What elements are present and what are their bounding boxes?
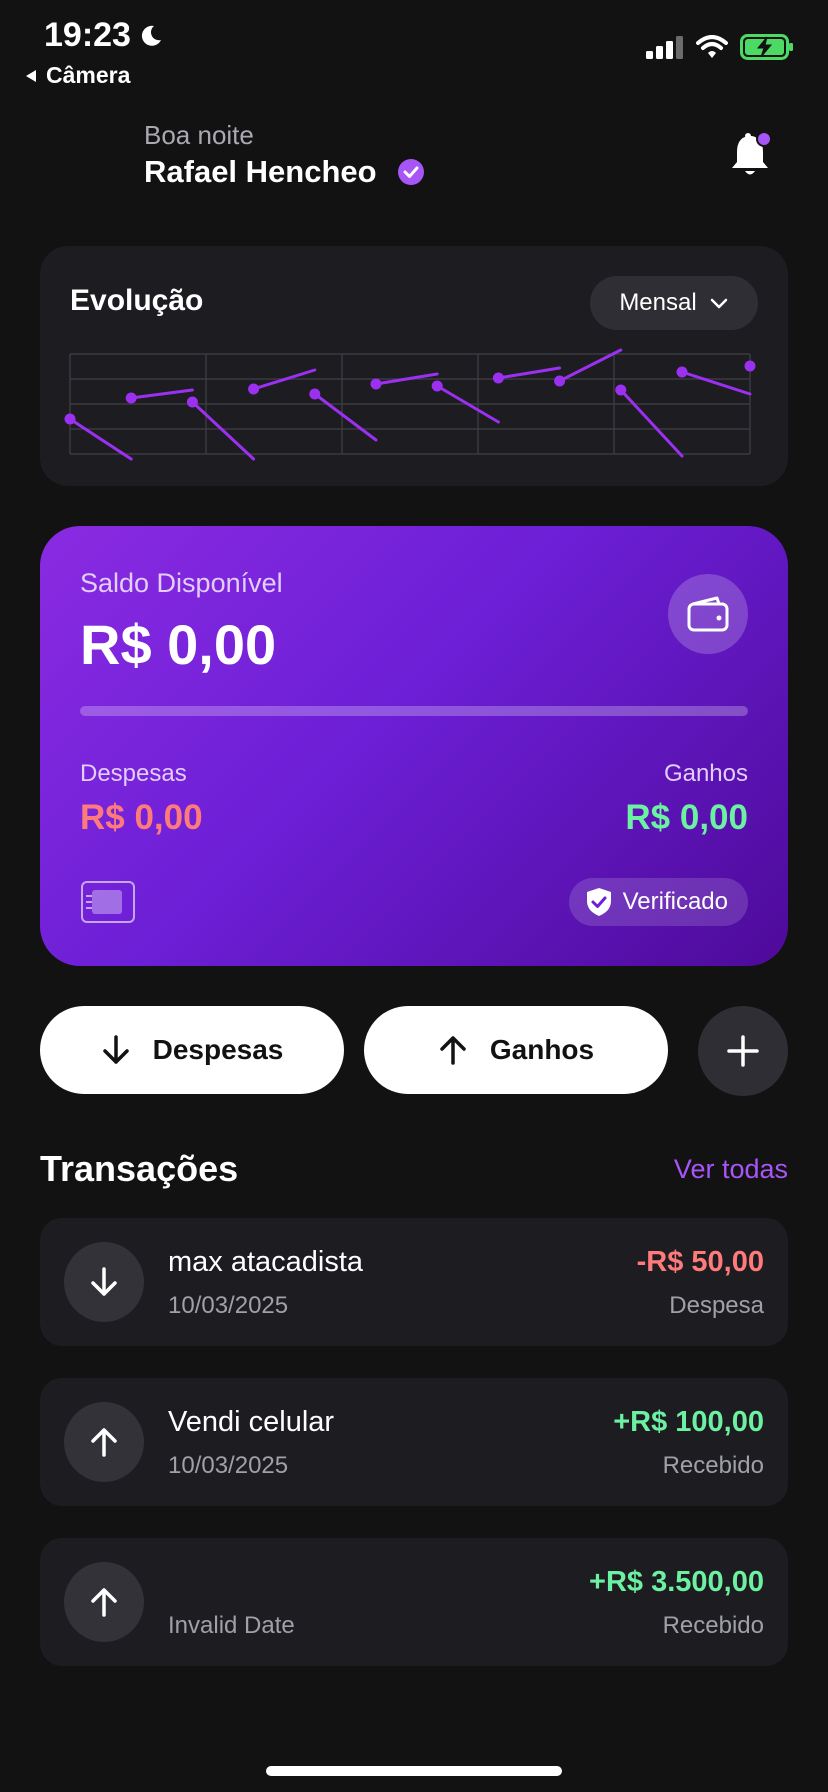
signal-icon <box>646 36 683 59</box>
add-button[interactable] <box>698 1006 788 1096</box>
transaction-amount: -R$ 50,00 <box>636 1246 764 1278</box>
wallet-button[interactable] <box>668 574 748 654</box>
chart-data-point <box>744 360 756 372</box>
chart-data-point <box>309 388 321 400</box>
evolution-title: Evolução <box>70 284 204 317</box>
chart-series-segment <box>68 417 133 461</box>
period-dropdown[interactable]: Mensal <box>590 276 758 330</box>
chart-data-point <box>370 378 382 390</box>
add-income-button[interactable]: Ganhos <box>364 1006 668 1094</box>
balance-progress <box>80 706 748 716</box>
add-expense-button[interactable]: Despesas <box>40 1006 344 1094</box>
transaction-name: Vendi celular <box>168 1406 335 1438</box>
wallet-icon <box>687 596 729 632</box>
chart-data-point <box>431 380 443 392</box>
arrow-down-icon <box>102 1035 129 1064</box>
arrow-up-icon <box>440 1036 466 1065</box>
status-icons <box>646 34 794 60</box>
chart-data-point <box>492 372 504 384</box>
income-value: R$ 0,00 <box>625 798 748 837</box>
transaction-row[interactable]: Vendi celular 10/03/2025 +R$ 100,00 Rece… <box>40 1378 788 1506</box>
evolution-card: Evolução Mensal <box>40 246 788 486</box>
transaction-row[interactable]: max atacadista 10/03/2025 -R$ 50,00 Desp… <box>40 1218 788 1346</box>
chart-series-segment <box>619 388 684 458</box>
transaction-type: Recebido <box>662 1612 764 1639</box>
chart-series-segment <box>190 400 256 461</box>
chart-data-point <box>676 366 688 378</box>
bell-icon <box>732 131 772 175</box>
moon-icon <box>141 25 161 46</box>
arrow-up-icon <box>91 1428 117 1457</box>
transaction-name: max atacadista <box>168 1246 364 1278</box>
battery-charging-icon <box>740 34 793 60</box>
plus-icon <box>727 1035 759 1067</box>
income-label: Ganhos <box>663 760 748 787</box>
chart-data-point <box>615 384 627 396</box>
status-time: 19:23 <box>44 16 163 55</box>
expenses-value: R$ 0,00 <box>80 798 203 837</box>
chart-data-point <box>248 383 260 395</box>
back-app-label: Câmera <box>46 62 131 88</box>
verified-label: Verificado <box>622 888 728 915</box>
arrow-up-icon <box>91 1588 117 1617</box>
chart-data-point <box>186 396 198 408</box>
chart-data-point <box>64 413 76 425</box>
app-screen: 19:23 Câmera Boa noite Rafael Hencheo Ev… <box>0 0 828 1792</box>
balance-card: Saldo Disponível R$ 0,00 Despesas R$ 0,0… <box>40 526 788 966</box>
wifi-icon <box>696 35 728 58</box>
add-expense-label: Despesas <box>152 1034 284 1065</box>
card-chip-icon <box>81 881 135 923</box>
verified-badge: Verificado <box>568 878 748 926</box>
time-text: 19:23 <box>44 16 131 54</box>
transactions-title: Transações <box>40 1148 239 1189</box>
transaction-icon <box>64 1242 144 1322</box>
chart-data-point <box>554 375 566 387</box>
transaction-amount: +R$ 100,00 <box>613 1406 764 1438</box>
evolution-chart <box>64 348 756 461</box>
transaction-amount: +R$ 3.500,00 <box>589 1566 764 1598</box>
transaction-date: 10/03/2025 <box>168 1292 289 1319</box>
add-income-label: Ganhos <box>489 1034 595 1065</box>
user-name: Rafael Hencheo <box>144 154 377 189</box>
arrow-down-icon <box>91 1267 117 1296</box>
home-indicator[interactable] <box>266 1766 562 1776</box>
see-all-link[interactable]: Ver todas <box>674 1154 788 1185</box>
greeting-text: Boa noite <box>144 120 254 150</box>
transaction-row[interactable]: Invalid Date +R$ 3.500,00 Recebido <box>40 1538 788 1666</box>
chart-data-point <box>125 392 137 404</box>
chart-series-segment <box>129 388 194 400</box>
expenses-label: Despesas <box>80 760 187 787</box>
chevron-down-icon <box>710 298 727 309</box>
transaction-type: Recebido <box>662 1452 764 1479</box>
chart-series-segment <box>680 370 752 396</box>
transaction-date: Invalid Date <box>168 1612 295 1639</box>
shield-check-icon <box>586 888 611 916</box>
period-label: Mensal <box>619 289 697 316</box>
back-triangle-icon <box>26 69 36 82</box>
verified-badge-icon <box>397 159 424 185</box>
user-name-row: Rafael Hencheo <box>144 154 425 190</box>
notifications-button[interactable] <box>728 130 774 180</box>
back-to-app-link[interactable]: Câmera <box>24 62 130 89</box>
balance-label: Saldo Disponível <box>80 568 283 598</box>
transaction-date: 10/03/2025 <box>168 1452 289 1479</box>
transaction-icon <box>64 1562 144 1642</box>
chart-series-segment <box>496 366 562 380</box>
balance-value: R$ 0,00 <box>80 613 277 676</box>
transaction-icon <box>64 1402 144 1482</box>
transaction-type: Despesa <box>669 1292 764 1319</box>
chart-series-segment <box>313 392 378 442</box>
